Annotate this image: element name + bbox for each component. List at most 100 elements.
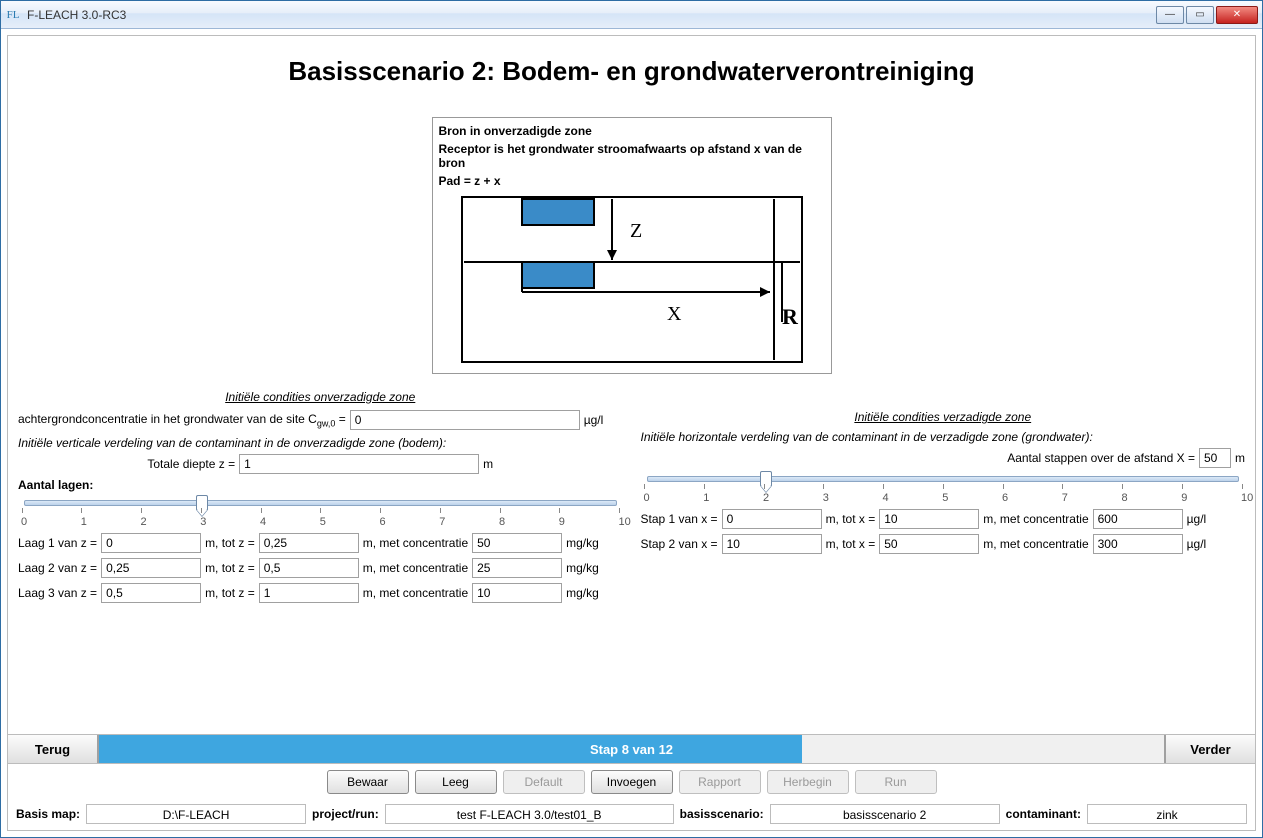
slider-right[interactable]: 012345678910 xyxy=(641,476,1246,504)
layer-to-input[interactable] xyxy=(259,533,359,553)
slider-tick: 5 xyxy=(942,492,943,504)
layer-from-input[interactable] xyxy=(101,533,201,553)
slider-tick: 2 xyxy=(141,516,142,528)
layer-pre: Laag 2 van z = xyxy=(18,561,97,575)
layer-row: Laag 1 van z =m, tot z =m, met concentra… xyxy=(18,533,623,553)
bewaar-button[interactable]: Bewaar xyxy=(327,770,409,794)
steps-label: Aantal stappen over de afstand X = xyxy=(1007,451,1195,465)
nav-bar: Terug Stap 8 van 12 Verder xyxy=(8,734,1255,764)
slider-left-thumb[interactable] xyxy=(196,495,208,511)
layer-conc-label: m, met concentratie xyxy=(363,561,468,575)
depth-label: Totale diepte z = xyxy=(147,457,235,471)
minimize-button[interactable]: — xyxy=(1156,6,1184,24)
layer-mid: m, tot z = xyxy=(205,536,255,550)
rapport-button: Rapport xyxy=(679,770,761,794)
bg-conc-input[interactable] xyxy=(350,410,580,430)
steps-input[interactable] xyxy=(1199,448,1231,468)
step-conc-label: m, met concentratie xyxy=(983,512,1088,526)
left-header: Initiële condities onverzadigde zone xyxy=(18,390,623,404)
step-mid: m, tot x = xyxy=(826,537,876,551)
layer-conc-input[interactable] xyxy=(472,583,562,603)
default-button: Default xyxy=(503,770,585,794)
slider-tick: 10 xyxy=(619,516,620,528)
leeg-button[interactable]: Leeg xyxy=(415,770,497,794)
window-controls: — ▭ ✕ xyxy=(1156,6,1258,24)
diagram-label-x: X xyxy=(667,303,682,325)
diagram-svg: Z X R xyxy=(452,192,812,367)
steps-unit: m xyxy=(1235,451,1245,465)
bg-conc-label: achtergrondconcentratie in het grondwate… xyxy=(18,412,346,428)
step-pre: Stap 1 van x = xyxy=(641,512,718,526)
step-row: Stap 1 van x =m, tot x =m, met concentra… xyxy=(641,509,1246,529)
slider-left[interactable]: 012345678910 xyxy=(18,500,623,528)
diagram-box: Bron in onverzadigde zone Receptor is he… xyxy=(432,117,832,374)
titlebar: FL F-LEACH 3.0-RC3 — ▭ ✕ xyxy=(1,1,1262,29)
step-to-input[interactable] xyxy=(879,534,979,554)
layer-rows: Laag 1 van z =m, tot z =m, met concentra… xyxy=(18,533,623,603)
right-column: Initiële condities verzadigde zone Initi… xyxy=(641,386,1246,608)
columns: Initiële condities onverzadigde zone ach… xyxy=(18,386,1245,608)
depth-input[interactable] xyxy=(239,454,479,474)
layer-to-input[interactable] xyxy=(259,558,359,578)
herbegin-button: Herbegin xyxy=(767,770,849,794)
layer-from-input[interactable] xyxy=(101,558,201,578)
diagram-caption-2: Receptor is het grondwater stroomafwaart… xyxy=(439,142,825,170)
slider-tick: 3 xyxy=(823,492,824,504)
page-title: Basisscenario 2: Bodem- en grondwaterver… xyxy=(18,56,1245,87)
progress-text: Stap 8 van 12 xyxy=(99,742,1164,757)
app-window: FL F-LEACH 3.0-RC3 — ▭ ✕ Basisscenario 2… xyxy=(0,0,1263,838)
step-row: Stap 2 van x =m, tot x =m, met concentra… xyxy=(641,534,1246,554)
slider-right-thumb[interactable] xyxy=(760,471,772,487)
layer-row: Laag 2 van z = m, tot z = m, met concentra… xyxy=(18,558,623,578)
layer-conc-input[interactable] xyxy=(472,533,562,553)
diagram-caption-1: Bron in onverzadigde zone xyxy=(439,124,825,138)
layer-row: Laag 3 van z =m, tot z =m, met concentra… xyxy=(18,583,623,603)
maximize-button[interactable]: ▭ xyxy=(1186,6,1214,24)
step-to-input[interactable] xyxy=(879,509,979,529)
diagram-label-r: R xyxy=(782,304,799,329)
step-from-input[interactable] xyxy=(722,509,822,529)
slider-tick: 1 xyxy=(81,516,82,528)
right-header: Initiële condities verzadigde zone xyxy=(641,410,1246,424)
layer-conc-label: m, met concentratie xyxy=(363,536,468,550)
step-conc-input[interactable] xyxy=(1093,534,1183,554)
status-basis-map-value: D:\F-LEACH xyxy=(86,804,306,824)
layer-mid: m, tot z = xyxy=(205,561,255,575)
layer-to-input[interactable] xyxy=(259,583,359,603)
slider-tick: 7 xyxy=(1062,492,1063,504)
close-button[interactable]: ✕ xyxy=(1216,6,1258,24)
slider-tick: 0 xyxy=(644,492,645,504)
slider-tick: 2 xyxy=(763,492,764,504)
layer-unit: mg/kg xyxy=(566,561,599,575)
layer-conc-input[interactable] xyxy=(472,558,562,578)
slider-tick: 4 xyxy=(883,492,884,504)
slider-tick: 4 xyxy=(260,516,261,528)
bg-conc-unit: µg/l xyxy=(584,413,604,427)
status-basis-map-label: Basis map: xyxy=(16,807,80,821)
slider-tick: 9 xyxy=(559,516,560,528)
back-button[interactable]: Terug xyxy=(8,735,98,763)
steps-row: Aantal stappen over de afstand X = m xyxy=(641,448,1246,468)
depth-unit: m xyxy=(483,457,493,471)
step-rows: Stap 1 van x = m, tot x = m, met concentra… xyxy=(641,509,1246,554)
horiz-dist-label: Initiële horizontale verdeling van de co… xyxy=(641,430,1246,444)
slider-tick: 10 xyxy=(1241,492,1242,504)
forward-button[interactable]: Verder xyxy=(1165,735,1255,763)
step-unit: µg/l xyxy=(1187,512,1207,526)
layer-unit: mg/kg xyxy=(566,536,599,550)
step-from-input[interactable] xyxy=(722,534,822,554)
invoegen-button[interactable]: Invoegen xyxy=(591,770,673,794)
slider-tick: 9 xyxy=(1181,492,1182,504)
layer-pre: Laag 3 van z = xyxy=(18,586,97,600)
button-row: Bewaar Leeg Default Invoegen Rapport Her… xyxy=(8,764,1255,800)
slider-tick: 5 xyxy=(320,516,321,528)
layer-unit: mg/kg xyxy=(566,586,599,600)
step-conc-input[interactable] xyxy=(1093,509,1183,529)
step-unit: µg/l xyxy=(1187,537,1207,551)
step-conc-label: m, met concentratie xyxy=(983,537,1088,551)
status-project-value: test F-LEACH 3.0/test01_B xyxy=(385,804,674,824)
slider-tick: 8 xyxy=(1122,492,1123,504)
progress-bar: Stap 8 van 12 xyxy=(98,735,1165,763)
layer-from-input[interactable] xyxy=(101,583,201,603)
slider-tick: 0 xyxy=(21,516,22,528)
